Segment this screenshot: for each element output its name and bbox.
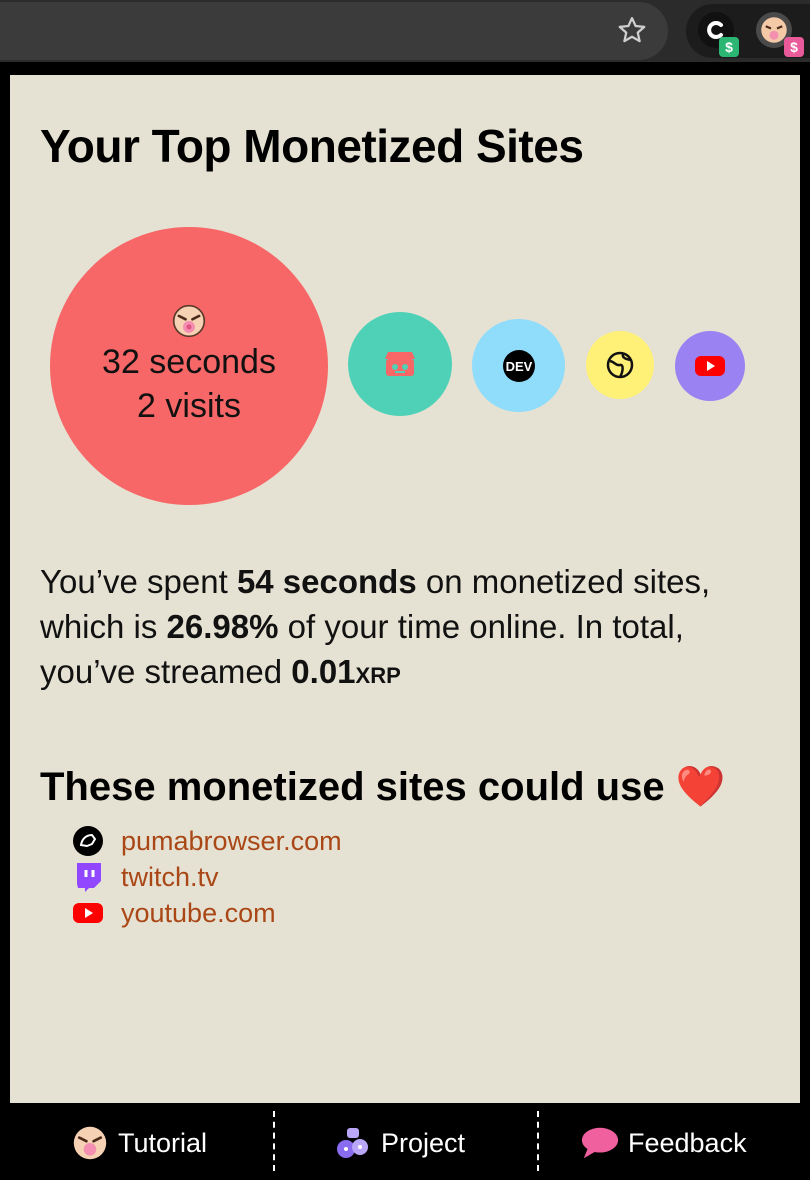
top-site-visits: 2 visits: [137, 387, 241, 425]
puma-browser-icon: [72, 825, 104, 857]
divider: [537, 1111, 539, 1171]
love-sites-list: pumabrowser.com twitch.tv youtube.com: [72, 823, 342, 931]
browser-toolbar: $ $: [0, 0, 810, 62]
site-bubble-globe[interactable]: [586, 331, 654, 399]
popup-panel: Your Top Monetized Sites 32 seconds 2 vi…: [10, 75, 800, 1103]
site-link-youtube[interactable]: youtube.com: [121, 898, 276, 929]
project-icon: [333, 1123, 373, 1163]
site-bubble-itch[interactable]: [348, 312, 452, 416]
site-link-twitch[interactable]: twitch.tv: [121, 862, 219, 893]
itch-icon: [385, 352, 415, 376]
project-button[interactable]: Project: [333, 1123, 465, 1163]
address-bar[interactable]: [0, 2, 668, 60]
tutorial-label: Tutorial: [118, 1127, 208, 1158]
heart-icon: ❤️: [675, 765, 726, 809]
tutorial-button[interactable]: Tutorial: [70, 1123, 207, 1163]
total-time: 54 seconds: [236, 563, 417, 600]
time-summary: You’ve spent 54 seconds on monetized sit…: [40, 563, 711, 690]
list-item: twitch.tv: [72, 859, 342, 895]
youtube-icon: [695, 356, 725, 376]
bottom-nav: Tutorial Project Feedback: [0, 1103, 810, 1180]
top-site-bubble[interactable]: 32 seconds 2 visits: [50, 227, 328, 505]
speech-bubble-icon: [580, 1123, 620, 1163]
feedback-label: Feedback: [628, 1127, 747, 1158]
currency-unit: XRP: [355, 663, 401, 688]
streamed-amount: 0.01: [291, 653, 356, 690]
svg-text:DEV: DEV: [505, 359, 532, 374]
youtube-icon: [72, 897, 104, 929]
globe-icon: [606, 351, 634, 379]
star-icon[interactable]: [614, 12, 650, 48]
twitch-icon: [72, 861, 104, 893]
extension-badge: $: [784, 37, 804, 57]
puma-icon: [70, 1123, 110, 1163]
dev-icon: DEV: [502, 349, 535, 382]
love-heading: These monetized sites could use ❤️: [40, 765, 726, 809]
extension-badge: $: [719, 37, 739, 57]
feedback-button[interactable]: Feedback: [580, 1123, 747, 1163]
site-bubble-dev[interactable]: DEV: [472, 319, 565, 412]
page-title: Your Top Monetized Sites: [40, 120, 584, 172]
project-label: Project: [381, 1127, 466, 1158]
time-percent: 26.98%: [166, 608, 279, 645]
site-bubble-youtube[interactable]: [675, 331, 745, 401]
site-link-pumabrowser[interactable]: pumabrowser.com: [121, 826, 342, 857]
list-item: youtube.com: [72, 895, 342, 931]
divider: [273, 1111, 275, 1171]
top-site-time: 32 seconds: [102, 343, 276, 381]
list-item: pumabrowser.com: [72, 823, 342, 859]
puma-icon: [172, 304, 206, 338]
